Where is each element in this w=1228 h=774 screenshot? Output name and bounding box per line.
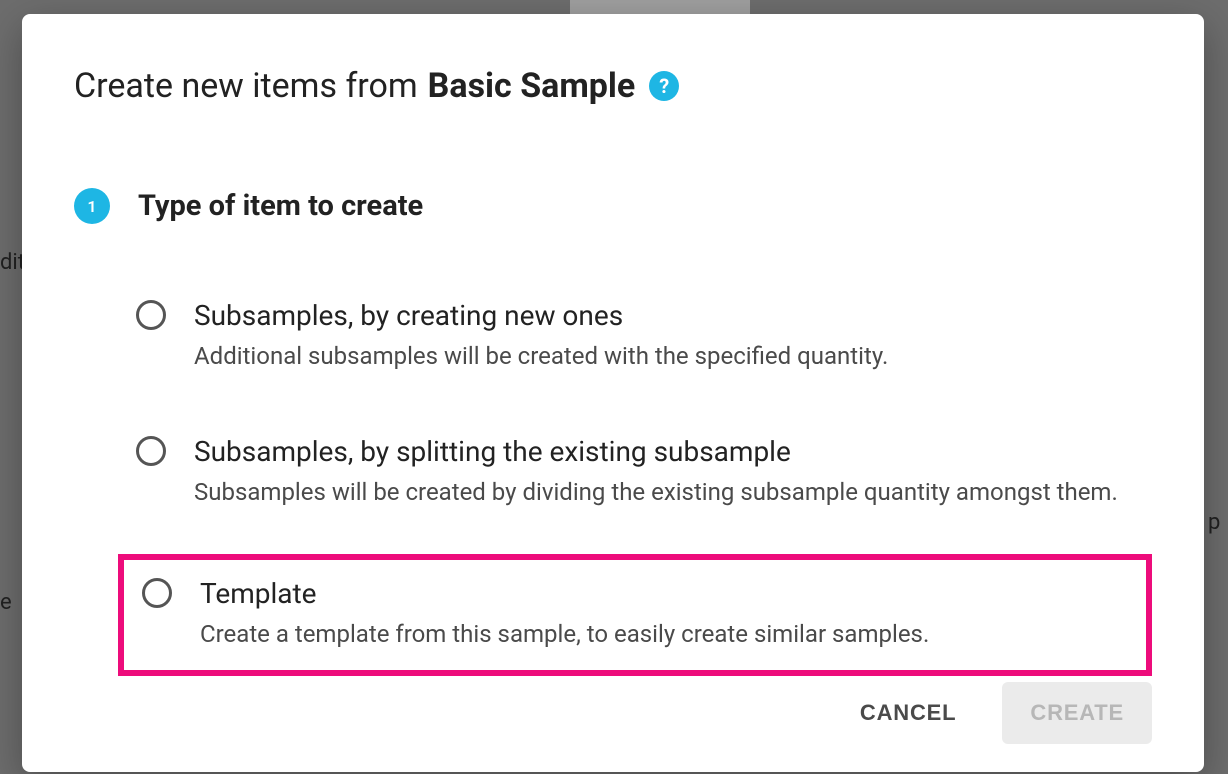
option-text: Template Create a template from this sam… [200,576,1128,652]
create-items-dialog: Create new items from Basic Sample ? 1 T… [22,14,1204,772]
cancel-button[interactable]: CANCEL [848,686,968,740]
option-description: Subsamples will be created by dividing t… [194,476,1134,510]
option-template[interactable]: Template Create a template from this sam… [118,554,1152,676]
dialog-title: Create new items from Basic Sample ? [74,66,1152,106]
option-title: Subsamples, by creating new ones [194,298,1134,334]
option-text: Subsamples, by creating new ones Additio… [194,298,1134,374]
dialog-title-prefix: Create new items from [74,66,418,106]
option-title: Subsamples, by splitting the existing su… [194,434,1134,470]
dialog-title-sample-name: Basic Sample [428,66,636,106]
option-subsamples-split[interactable]: Subsamples, by splitting the existing su… [118,418,1152,528]
option-description: Additional subsamples will be created wi… [194,340,1134,374]
option-description: Create a template from this sample, to e… [200,618,1128,652]
step-number-badge: 1 [74,188,110,224]
dialog-footer: CANCEL CREATE [74,682,1152,744]
radio-subsamples-split[interactable] [136,436,166,466]
options-list: Subsamples, by creating new ones Additio… [118,282,1152,676]
create-button[interactable]: CREATE [1002,682,1152,744]
radio-subsamples-new[interactable] [136,300,166,330]
step-label: Type of item to create [138,189,423,223]
help-icon[interactable]: ? [649,71,679,101]
option-title: Template [200,576,1128,612]
radio-template[interactable] [142,578,172,608]
option-text: Subsamples, by splitting the existing su… [194,434,1134,510]
option-subsamples-new[interactable]: Subsamples, by creating new ones Additio… [118,282,1152,392]
step-header: 1 Type of item to create [74,188,1152,224]
